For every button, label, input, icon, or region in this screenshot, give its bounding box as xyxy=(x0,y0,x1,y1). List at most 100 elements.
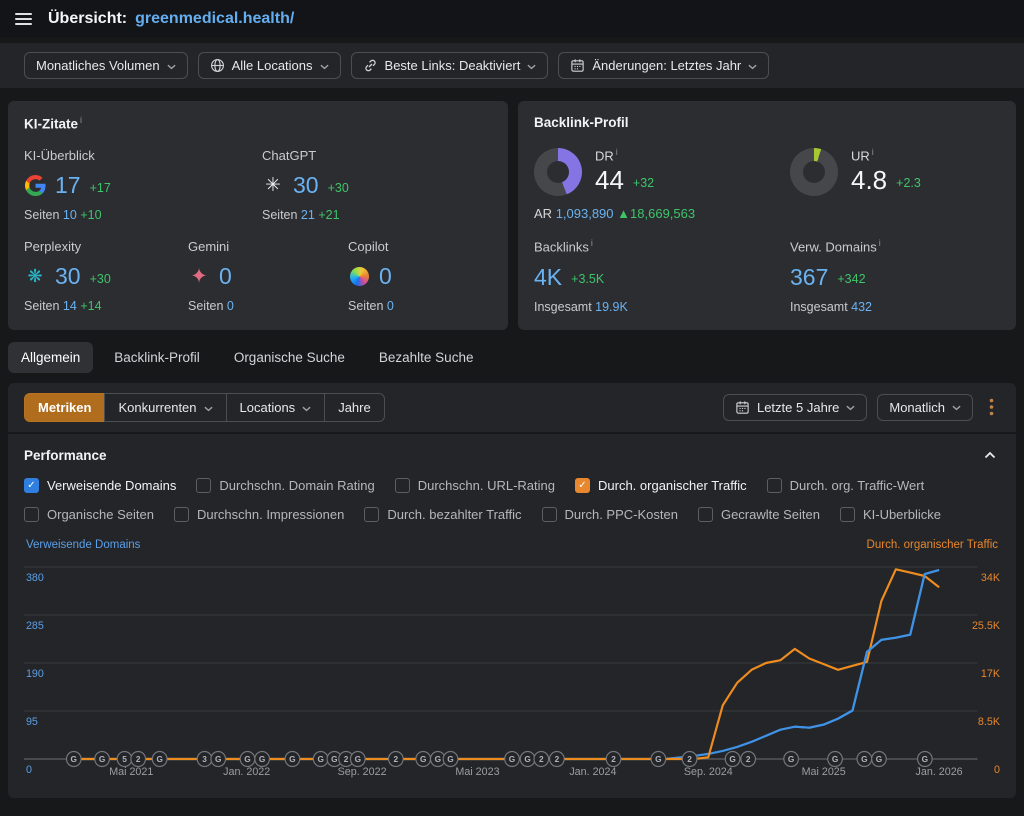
up-triangle-icon: ▲ xyxy=(617,206,630,221)
checkbox-box xyxy=(542,507,557,522)
ai-metric-pages: Seiten 10 +10 xyxy=(24,208,262,222)
hamburger-menu-icon[interactable] xyxy=(13,8,34,30)
ai-card-title: KI-Zitate xyxy=(24,116,78,131)
ur-block: URi 4.8+2.3 xyxy=(790,147,921,221)
x-tick: Mai 2023 xyxy=(455,766,499,778)
checkbox-label: Durchschn. Domain Rating xyxy=(219,478,374,493)
checkbox-durchschn-domain-rating[interactable]: Durchschn. Domain Rating xyxy=(196,478,374,493)
checkbox-label: Durchschn. Impressionen xyxy=(197,507,344,522)
marker-label: G xyxy=(435,754,441,764)
dr-value: 44 xyxy=(595,165,624,196)
ai-metric-delta: +17 xyxy=(90,181,111,195)
series-ref-domains-tail xyxy=(795,570,939,728)
checkbox-durch-org-traffic-wert[interactable]: Durch. org. Traffic-Wert xyxy=(767,478,925,493)
backlinks-label: Backlinks xyxy=(534,240,589,255)
checkbox-box xyxy=(196,478,211,493)
pages-count: 10 xyxy=(63,208,77,222)
checkbox-box xyxy=(840,507,855,522)
toolbar-monatlich[interactable]: Monatlich xyxy=(877,394,973,421)
perplexity-icon: ❋ xyxy=(24,266,46,287)
checkbox-ki-uberblicke[interactable]: KI-Uberblicke xyxy=(840,507,941,522)
marker-label: G xyxy=(71,754,77,764)
filter-label: Monatliches Volumen xyxy=(36,58,160,73)
ar-delta: 18,669,563 xyxy=(630,206,695,221)
checkbox-label: Durch. PPC-Kosten xyxy=(565,507,678,522)
ai-metric-value: 0 xyxy=(219,263,232,290)
backlink-profile-card: Backlink-Profil DRi 44+32 AR 1,093,890 ▲… xyxy=(518,101,1016,330)
dr-donut xyxy=(534,148,582,196)
ref-domains-total: 432 xyxy=(851,300,872,314)
filter-monatliches-volumen[interactable]: Monatliches Volumen xyxy=(24,52,188,79)
ai-metric-pages: Seiten 14 +14 xyxy=(24,299,188,313)
checkbox-durch-bezahlter-traffic[interactable]: Durch. bezahlter Traffic xyxy=(364,507,521,522)
marker-label: 2 xyxy=(746,754,751,764)
filter-beste-links-deaktiviert[interactable]: Beste Links: Deaktiviert xyxy=(351,52,549,79)
backlinks-delta: +3.5K xyxy=(571,272,604,286)
backlink-card-title: Backlink-Profil xyxy=(534,115,629,130)
segment-jahre[interactable]: Jahre xyxy=(324,393,385,422)
checkbox-durchschn-impressionen[interactable]: Durchschn. Impressionen xyxy=(174,507,344,522)
ur-delta: +2.3 xyxy=(896,176,921,190)
tab-bezahlte-suche[interactable]: Bezahlte Suche xyxy=(366,342,487,373)
filter-alle-locations[interactable]: Alle Locations xyxy=(198,52,341,79)
tab-backlink-profil[interactable]: Backlink-Profil xyxy=(101,342,213,373)
google-icon xyxy=(24,175,46,196)
ar-label: AR xyxy=(534,206,552,221)
gemini-icon: ✦ xyxy=(188,264,210,289)
pages-count: 21 xyxy=(301,208,315,222)
filter-nderungen-letztes-jahr[interactable]: Änderungen: Letztes Jahr xyxy=(558,52,769,79)
tab-allgemein[interactable]: Allgemein xyxy=(8,342,93,373)
chevron-up-icon[interactable] xyxy=(980,449,1000,461)
x-tick: Sep. 2022 xyxy=(338,766,387,778)
marker-label: G xyxy=(420,754,426,764)
info-superscript: i xyxy=(616,147,618,157)
chart-toolbar: MetrikenKonkurrentenLocationsJahre Letzt… xyxy=(8,383,1016,432)
marker-label: 5 xyxy=(122,754,127,764)
segment-konkurrenten[interactable]: Konkurrenten xyxy=(104,393,226,422)
y-right-tick: 0 xyxy=(994,764,1000,776)
y-left-tick: 0 xyxy=(26,764,32,776)
checkbox-durch-organischer-traffic[interactable]: ✓Durch. organischer Traffic xyxy=(575,478,747,493)
checkbox-organische-seiten[interactable]: Organische Seiten xyxy=(24,507,154,522)
marker-label: G xyxy=(832,754,838,764)
pages-count: 0 xyxy=(387,299,394,313)
checkbox-durch-ppc-kosten[interactable]: Durch. PPC-Kosten xyxy=(542,507,678,522)
domain-link[interactable]: greenmedical.health/ xyxy=(135,10,294,28)
info-superscript: i xyxy=(591,238,593,248)
kebab-menu-icon[interactable] xyxy=(983,396,1000,418)
filter-label: Änderungen: Letztes Jahr xyxy=(592,58,741,73)
segment-metriken[interactable]: Metriken xyxy=(24,393,105,422)
checkbox-verweisende-domains[interactable]: ✓Verweisende Domains xyxy=(24,478,176,493)
toolbar-letzte-5-jahre[interactable]: Letzte 5 Jahre xyxy=(723,394,867,421)
checkbox-label: Durch. org. Traffic-Wert xyxy=(790,478,925,493)
marker-label: G xyxy=(99,754,105,764)
pages-delta: +14 xyxy=(80,299,101,313)
marker-label: G xyxy=(289,754,295,764)
checkbox-durchschn-url-rating[interactable]: Durchschn. URL-Rating xyxy=(395,478,555,493)
info-superscript: i xyxy=(872,147,874,157)
checkbox-box xyxy=(698,507,713,522)
marker-label: 3 xyxy=(202,754,207,764)
marker-label: 2 xyxy=(344,754,349,764)
series-organic-traffic xyxy=(74,569,940,759)
total-label: Insgesamt xyxy=(534,300,592,314)
filter-bar: Monatliches Volumen Alle Locations Beste L… xyxy=(0,43,1024,88)
y-left-tick: 285 xyxy=(26,620,44,632)
ai-metric-label: Copilot xyxy=(348,239,394,254)
metric-checkboxes: ✓Verweisende Domains Durchschn. Domain Ra… xyxy=(24,478,1000,522)
chevron-down-icon xyxy=(952,405,961,411)
tab-organische-suche[interactable]: Organische Suche xyxy=(221,342,358,373)
checkbox-label: Durch. organischer Traffic xyxy=(598,478,747,493)
ai-metric-pages: Seiten 0 xyxy=(348,299,394,313)
rating-row: DRi 44+32 AR 1,093,890 ▲18,669,563 URi 4… xyxy=(534,147,1000,221)
ur-value: 4.8 xyxy=(851,165,887,196)
ai-metric-label: Perplexity xyxy=(24,239,188,254)
calendar-icon xyxy=(570,58,585,73)
backlinks-value: 4K xyxy=(534,264,562,291)
performance-chart[interactable]: 38028519095034K25.5K17K8.5K0Mai 2021Jan.… xyxy=(24,553,1000,791)
pages-count: 0 xyxy=(227,299,234,313)
y-left-tick: 190 xyxy=(26,668,44,680)
legend-organic-traffic: Durch. organischer Traffic xyxy=(867,539,998,551)
segment-locations[interactable]: Locations xyxy=(226,393,326,422)
checkbox-gecrawlte-seiten[interactable]: Gecrawlte Seiten xyxy=(698,507,820,522)
